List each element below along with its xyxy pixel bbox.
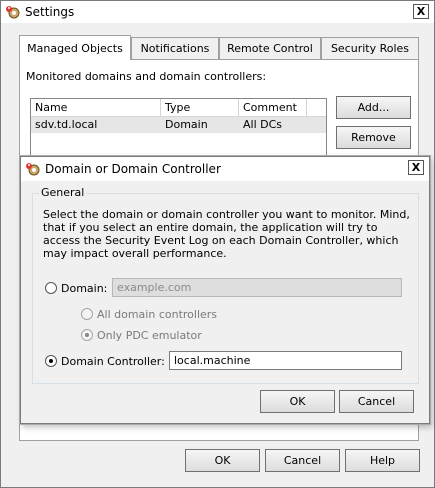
settings-title: Settings [25, 5, 75, 19]
dialog-ok-button[interactable]: OK [260, 390, 335, 413]
column-header-comment[interactable]: Comment [239, 99, 307, 117]
tab-remote-control[interactable]: Remote Control [219, 37, 321, 59]
domain-label[interactable]: Domain: [61, 282, 107, 295]
all-domain-controllers-radio[interactable] [81, 308, 93, 320]
general-groupbox: General Select the domain or domain cont… [32, 186, 419, 384]
dialog-app-icon [25, 161, 41, 177]
all-domain-controllers-label[interactable]: All domain controllers [97, 308, 217, 321]
domain-controller-input[interactable]: local.machine [169, 351, 402, 370]
domain-controller-radio[interactable] [45, 355, 57, 367]
tab-notifications[interactable]: Notifications [131, 37, 219, 59]
domain-dialog: Domain or Domain Controller X General Se… [20, 156, 430, 424]
settings-close-button[interactable]: X [413, 4, 429, 19]
general-group-title: General [39, 186, 87, 199]
domain-controller-label[interactable]: Domain Controller: [61, 355, 165, 368]
dialog-title: Domain or Domain Controller [45, 162, 221, 176]
settings-ok-button[interactable]: OK [185, 449, 260, 472]
settings-titlebar: Settings X [1, 1, 434, 23]
row-comment: All DCs [243, 118, 283, 131]
settings-help-button[interactable]: Help [345, 449, 420, 472]
settings-cancel-button[interactable]: Cancel [265, 449, 340, 472]
dialog-description: Select the domain or domain controller y… [43, 208, 410, 260]
dialog-titlebar: Domain or Domain Controller X [21, 157, 429, 181]
tab-managed-objects[interactable]: Managed Objects [19, 35, 131, 60]
dialog-cancel-button[interactable]: Cancel [339, 390, 414, 413]
row-name: sdv.td.local [35, 118, 98, 131]
monitored-section-label: Monitored domains and domain controllers… [26, 70, 267, 83]
list-row[interactable]: sdv.td.local Domain All DCs [31, 117, 326, 133]
tab-security-roles[interactable]: Security Roles [321, 37, 419, 59]
column-header-name[interactable]: Name [31, 99, 161, 117]
domain-radio[interactable] [45, 282, 57, 294]
list-header: Name Type Comment [31, 99, 326, 117]
row-type: Domain [165, 118, 208, 131]
domain-input[interactable]: example.com [112, 278, 402, 297]
dialog-close-button[interactable]: X [408, 160, 424, 175]
column-header-type[interactable]: Type [161, 99, 239, 117]
settings-app-icon [5, 4, 21, 20]
remove-button[interactable]: Remove [336, 126, 411, 149]
add-button[interactable]: Add... [336, 96, 411, 119]
only-pdc-emulator-radio[interactable] [81, 329, 93, 341]
only-pdc-emulator-label[interactable]: Only PDC emulator [97, 329, 202, 342]
